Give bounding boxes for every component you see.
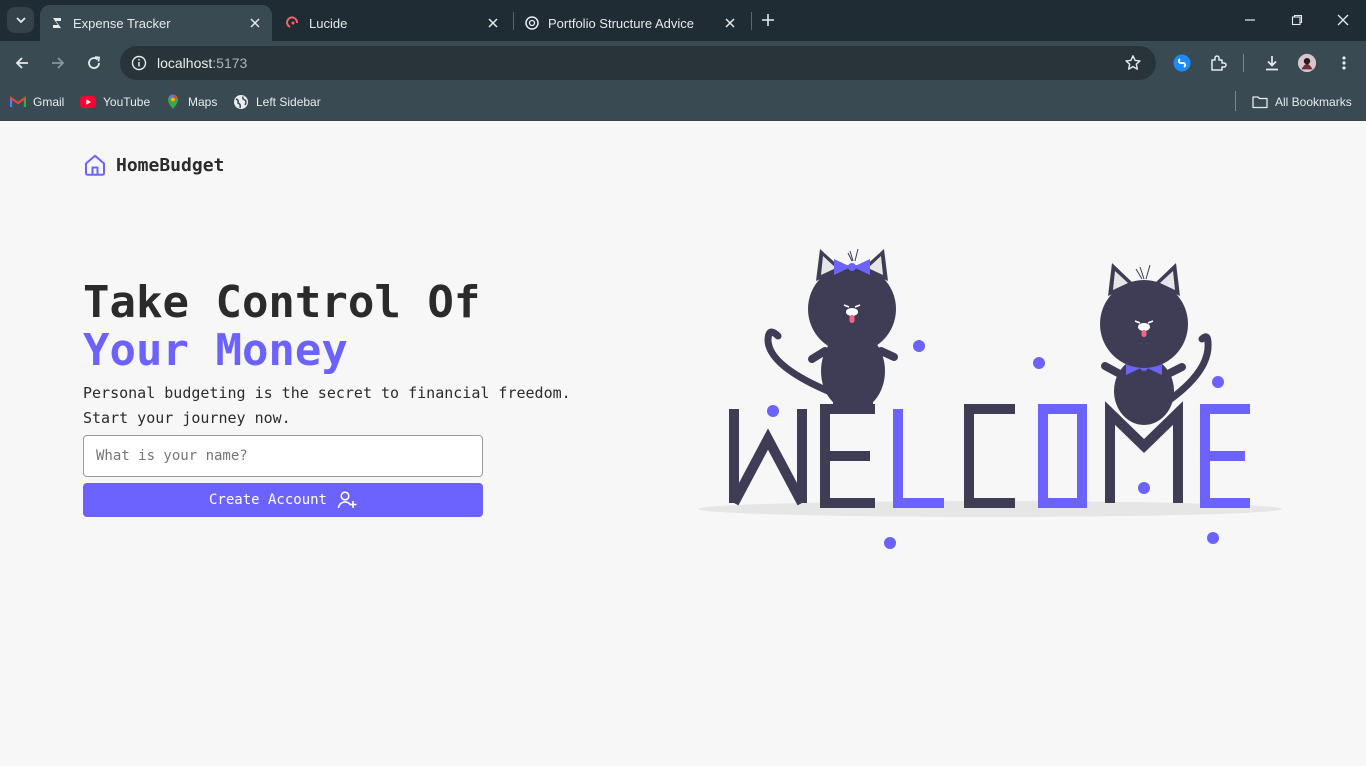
minimize-window-button[interactable] (1238, 8, 1262, 32)
bookmark-left-sidebar[interactable]: Left Sidebar (233, 92, 321, 112)
bookmark-maps[interactable]: Maps (165, 92, 217, 112)
letter-o (1038, 404, 1087, 508)
arrow-left-icon (15, 57, 28, 69)
folder-icon (1252, 94, 1268, 110)
plus-icon (762, 14, 774, 26)
restore-window-button[interactable] (1285, 8, 1309, 32)
left-cat-figure (764, 248, 898, 413)
shazam-extension-icon[interactable] (1172, 53, 1192, 73)
brand-logo-link[interactable]: HomeBudget (83, 153, 224, 177)
tab-expense-tracker[interactable]: Expense Tracker (40, 5, 272, 41)
address-bar[interactable]: localhost:5173 (120, 46, 1156, 80)
decor-dot (884, 537, 896, 549)
name-input[interactable] (83, 435, 483, 477)
toolbar-divider (1243, 54, 1244, 72)
reload-button[interactable] (80, 49, 108, 77)
close-icon (1337, 14, 1349, 26)
more-menu-icon[interactable] (1334, 53, 1354, 73)
decor-dot (1212, 376, 1224, 388)
bookmark-label: Left Sidebar (256, 95, 321, 109)
bookmark-label: Maps (188, 95, 218, 109)
letter-e (820, 404, 875, 508)
brand-name: HomeBudget (116, 154, 225, 176)
url-host: localhost (157, 55, 213, 71)
close-tab-icon[interactable] (246, 14, 264, 32)
decor-dot (767, 405, 779, 417)
decor-dot (913, 340, 925, 352)
tab-lucide[interactable]: Lucide (276, 5, 510, 41)
hero-heading-line1: Take Control Of (83, 277, 481, 328)
globe-icon (233, 94, 249, 110)
decor-dot (1138, 482, 1150, 494)
bookmark-label: Gmail (33, 95, 65, 109)
bookmark-youtube[interactable]: YouTube (80, 92, 150, 112)
reload-icon (88, 56, 101, 69)
tab-search-button[interactable] (7, 7, 34, 33)
browser-toolbar: localhost:5173 (0, 41, 1366, 84)
tab-divider (751, 12, 752, 30)
tab-title: Lucide (309, 15, 348, 31)
arrow-right-icon (52, 57, 65, 69)
letter-w (729, 409, 807, 506)
maps-icon (165, 94, 181, 110)
lucide-favicon (285, 15, 301, 31)
profile-avatar[interactable] (1297, 53, 1317, 73)
letter-e (1200, 404, 1250, 508)
hero-subtitle: Personal budgeting is the secret to fina… (83, 381, 571, 430)
expense-tracker-favicon (49, 15, 65, 31)
close-window-button[interactable] (1331, 8, 1355, 32)
app-page: HomeBudget Take Control Of Your Money Pe… (0, 121, 1366, 766)
chevron-down-icon (15, 17, 26, 24)
chatgpt-favicon (524, 15, 540, 31)
create-account-button[interactable]: Create Account (83, 483, 483, 517)
hero-heading-accent: Your Money (83, 325, 348, 376)
letter-l (893, 409, 944, 508)
restore-icon (1291, 14, 1303, 26)
bookmark-label: All Bookmarks (1275, 95, 1352, 109)
all-bookmarks-button[interactable]: All Bookmarks (1252, 92, 1352, 112)
download-icon[interactable] (1262, 53, 1282, 73)
bookmark-label: YouTube (103, 95, 151, 109)
youtube-icon (80, 94, 96, 110)
forward-button[interactable] (44, 49, 72, 77)
new-tab-button[interactable] (757, 9, 779, 31)
bookmark-gmail[interactable]: Gmail (10, 92, 64, 112)
site-info-icon[interactable] (128, 52, 150, 74)
extensions-puzzle-icon[interactable] (1208, 53, 1228, 73)
tab-divider (513, 12, 514, 30)
close-tab-icon[interactable] (721, 14, 739, 32)
letter-c (964, 404, 1015, 508)
hero-heading: Take Control Of Your Money (83, 279, 480, 375)
home-icon (85, 154, 105, 176)
bookmarks-divider (1235, 91, 1236, 111)
hero-subtitle-line2: Start your journey now. (83, 408, 291, 427)
welcome-cats-illustration (698, 248, 1282, 549)
decor-dot (1033, 357, 1045, 369)
user-plus-icon (337, 490, 357, 510)
url-port: :5173 (212, 55, 248, 71)
tab-title: Expense Tracker (73, 15, 171, 31)
create-account-label: Create Account (208, 492, 327, 508)
tab-title: Portfolio Structure Advice (548, 15, 694, 31)
gmail-icon (10, 94, 26, 110)
right-cat-figure (1100, 263, 1212, 425)
decor-dot (1207, 532, 1219, 544)
browser-tab-strip: Expense Tracker Lucide Portfolio Structu… (0, 0, 1366, 41)
back-button[interactable] (8, 49, 36, 77)
close-tab-icon[interactable] (484, 14, 502, 32)
url-text: localhost:5173 (157, 55, 247, 71)
bookmark-star-icon[interactable] (1124, 54, 1142, 72)
bookmarks-bar: Gmail YouTube Maps Left Sidebar All Book… (0, 84, 1366, 121)
tab-portfolio-structure-advice[interactable]: Portfolio Structure Advice (515, 5, 747, 41)
minimize-icon (1245, 19, 1255, 21)
hero-subtitle-line1: Personal budgeting is the secret to fina… (83, 384, 571, 402)
